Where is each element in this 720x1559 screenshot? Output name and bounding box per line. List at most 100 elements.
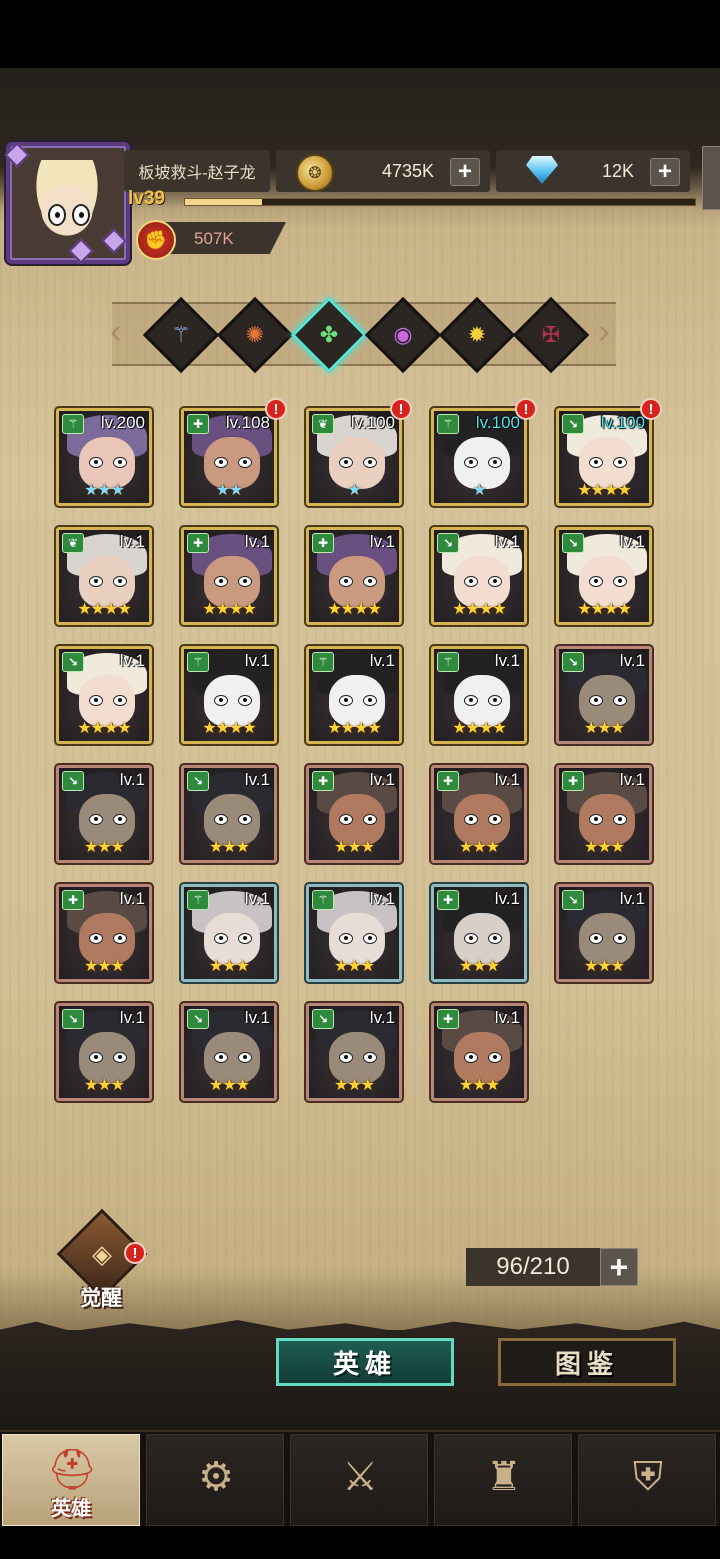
hero-card[interactable]: ↘ lv.1 ★★★ [556, 646, 652, 744]
hero-class-icon: ✚ [312, 771, 334, 791]
diamond-icon [526, 156, 558, 184]
hero-level: lv.1 [119, 532, 145, 551]
hero-card[interactable]: ↘ lv.1 ★★★ [181, 1003, 277, 1101]
hero-eye [339, 695, 353, 706]
hero-card[interactable]: ⚚ lv.1 ★★★ [181, 884, 277, 982]
hero-card[interactable]: ⚚ lv.100 ★ [431, 408, 527, 506]
hero-class-icon: ↘ [562, 652, 584, 672]
nav-crossed-swords[interactable]: ⚔ [290, 1434, 428, 1526]
hero-level: lv.1 [369, 770, 395, 789]
hero-card[interactable]: ↘ lv.1 ★★★★ [556, 527, 652, 625]
nav-wheel-banner[interactable]: ⚙ [146, 1434, 284, 1526]
hero-eye [488, 1052, 502, 1063]
hero-eye [613, 576, 627, 587]
add-gems-button[interactable]: + [650, 158, 680, 186]
expand-capacity-button[interactable]: + [600, 1248, 638, 1286]
hero-class-icon: ⚚ [312, 890, 334, 910]
hero-card[interactable]: ❦ lv.1 ★★★★ [56, 527, 152, 625]
hero-level: lv.1 [369, 889, 395, 908]
tab-heroes[interactable]: 英雄 [276, 1338, 454, 1386]
hero-stars: ★★★ [333, 839, 375, 856]
wheel-banner-icon: ⚙ [198, 1455, 234, 1499]
helmet-icon: ⛑ [46, 1447, 98, 1492]
player-level: lv39 [128, 188, 165, 209]
hero-eye [89, 1052, 103, 1063]
hero-stars: ★★★ [583, 720, 625, 737]
hero-eye [89, 576, 103, 587]
hero-card[interactable]: ↘ lv.100 ★★★★ [556, 408, 652, 506]
side-panel-tab[interactable] [702, 146, 720, 210]
gold-counter: ❂ 4735K + [276, 150, 490, 192]
hero-alert-badge: ! [265, 398, 287, 420]
hero-card[interactable]: ✚ lv.108 ★★ [181, 408, 277, 506]
hero-card[interactable]: ⚚ lv.200 ★★★ [56, 408, 152, 506]
castle-tower-icon: ♜ [486, 1455, 522, 1499]
hero-stars: ★★ [215, 482, 244, 499]
hero-eye [488, 933, 502, 944]
hero-level: lv.1 [244, 532, 270, 551]
hero-eye [89, 457, 103, 468]
add-gold-button[interactable]: + [450, 158, 480, 186]
hero-card[interactable]: ✚ lv.1 ★★★ [431, 765, 527, 863]
hero-eye [589, 814, 603, 825]
hero-card[interactable]: ✚ lv.1 ★★★★ [181, 527, 277, 625]
hero-eye [214, 933, 228, 944]
hero-class-icon: ⚚ [62, 414, 84, 434]
hero-eye [339, 814, 353, 825]
hero-eye [363, 576, 377, 587]
hero-class-icon: ↘ [187, 771, 209, 791]
hero-stars: ★★★ [458, 839, 500, 856]
hero-card[interactable]: ✚ lv.1 ★★★★ [306, 527, 402, 625]
hero-eye [488, 814, 502, 825]
hero-stars: ★★★ [83, 839, 125, 856]
hero-card[interactable]: ✚ lv.1 ★★★ [56, 884, 152, 982]
hero-card[interactable]: ✚ lv.1 ★★★ [431, 884, 527, 982]
hero-card[interactable]: ⚚ lv.1 ★★★ [306, 884, 402, 982]
hero-stars: ★★★★ [577, 482, 631, 499]
hero-class-icon: ✚ [187, 414, 209, 434]
hero-class-icon: ⚚ [437, 652, 459, 672]
nav-guild-shield[interactable]: ⛨ [578, 1434, 716, 1526]
hero-stars: ★★★ [83, 958, 125, 975]
hero-stars: ★★★★ [452, 720, 506, 737]
hero-stars: ★★★★ [202, 601, 256, 618]
hero-eye [89, 695, 103, 706]
hero-card[interactable]: ⚚ lv.1 ★★★★ [431, 646, 527, 744]
hero-class-icon: ↘ [562, 890, 584, 910]
hero-level: lv.1 [119, 651, 145, 670]
hero-stars: ★★★★ [77, 720, 131, 737]
hero-card[interactable]: ✚ lv.1 ★★★ [431, 1003, 527, 1101]
tab-codex[interactable]: 图鉴 [498, 1338, 676, 1386]
hero-eye [488, 576, 502, 587]
nav-castle-tower[interactable]: ♜ [434, 1434, 572, 1526]
hero-eye [113, 457, 127, 468]
hero-level: lv.1 [494, 1008, 520, 1027]
hero-card[interactable]: ↘ lv.1 ★★★ [306, 1003, 402, 1101]
hero-eye [613, 457, 627, 468]
avatar-eye [48, 204, 66, 226]
hero-eye [238, 814, 252, 825]
hero-eye [214, 1052, 228, 1063]
hero-card[interactable]: ↘ lv.1 ★★★ [181, 765, 277, 863]
hero-eye [214, 576, 228, 587]
hero-stars: ★★★ [208, 839, 250, 856]
hero-card[interactable]: ↘ lv.1 ★★★ [556, 884, 652, 982]
nav-helmet[interactable]: ⛑ 英雄 [2, 1434, 140, 1526]
hero-card[interactable]: ✚ lv.1 ★★★ [556, 765, 652, 863]
hero-card[interactable]: ❦ lv.100 ★ [306, 408, 402, 506]
hero-level: lv.1 [494, 651, 520, 670]
hero-card[interactable]: ⚚ lv.1 ★★★★ [181, 646, 277, 744]
hero-card[interactable]: ↘ lv.1 ★★★ [56, 765, 152, 863]
hero-card[interactable]: ↘ lv.1 ★★★★ [431, 527, 527, 625]
hero-level: lv.1 [244, 889, 270, 908]
hero-card[interactable]: ↘ lv.1 ★★★★ [56, 646, 152, 744]
hero-card[interactable]: ↘ lv.1 ★★★ [56, 1003, 152, 1101]
hero-card[interactable]: ✚ lv.1 ★★★ [306, 765, 402, 863]
level-progress-fill [185, 199, 262, 205]
crossed-swords-icon: ⚔ [342, 1455, 378, 1499]
hero-class-icon: ↘ [62, 771, 84, 791]
hero-card[interactable]: ⚚ lv.1 ★★★★ [306, 646, 402, 744]
hero-level: lv.1 [369, 651, 395, 670]
hero-alert-badge: ! [390, 398, 412, 420]
hero-class-icon: ✚ [187, 533, 209, 553]
